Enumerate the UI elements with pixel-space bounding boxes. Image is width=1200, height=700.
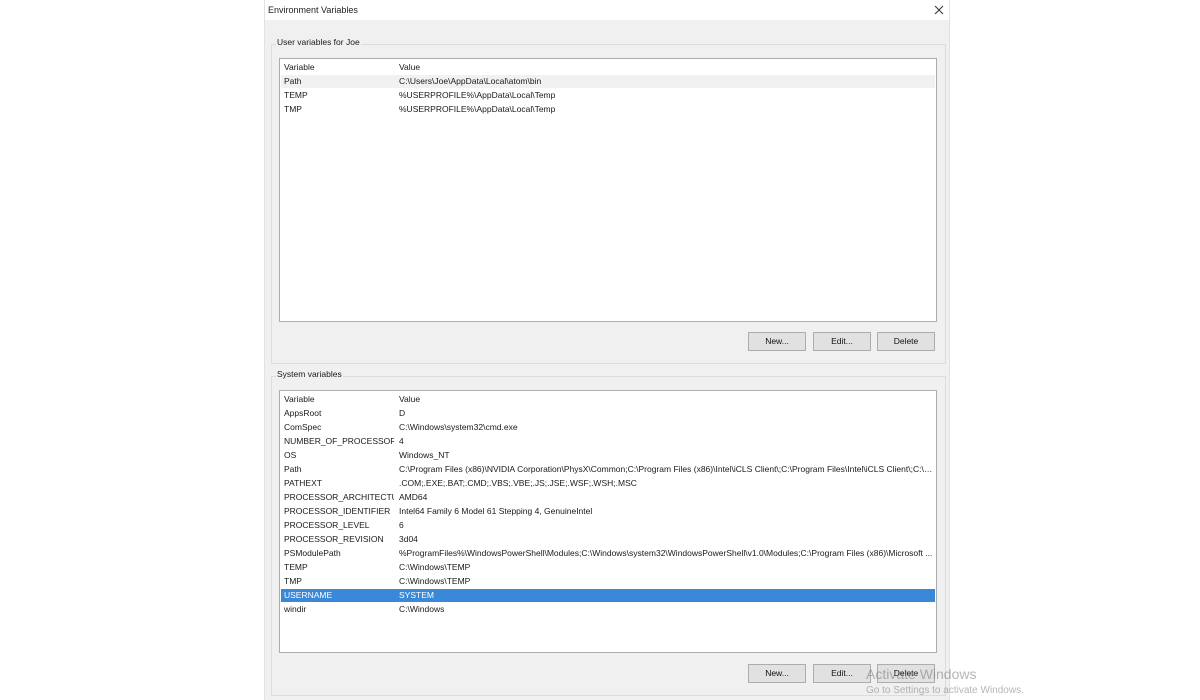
table-row[interactable]: AppsRoot D (281, 407, 935, 420)
row-variable: PSModulePath (284, 548, 341, 558)
list-header: Variable Value (281, 61, 935, 74)
row-value: %USERPROFILE%\AppData\Local\Temp (399, 104, 556, 114)
table-row[interactable]: PROCESSOR_LEVEL 6 (281, 519, 935, 532)
row-variable: TEMP (284, 90, 308, 100)
row-variable: PROCESSOR_IDENTIFIER (284, 506, 391, 516)
row-variable: USERNAME (284, 590, 333, 600)
user-new-button[interactable]: New... (748, 332, 806, 351)
activation-watermark-title: Activate Windows (866, 666, 977, 682)
row-variable: Path (284, 464, 302, 474)
system-variables-list[interactable]: Variable Value AppsRoot D ComSpec C:\Win… (279, 390, 937, 653)
close-button[interactable] (931, 2, 947, 18)
row-variable: PROCESSOR_LEVEL (284, 520, 370, 530)
table-row[interactable]: ComSpec C:\Windows\system32\cmd.exe (281, 421, 935, 434)
table-row[interactable]: NUMBER_OF_PROCESSORS 4 (281, 435, 935, 448)
row-value: SYSTEM (399, 590, 434, 600)
user-variables-group: User variables for Joe Variable Value Pa… (271, 37, 946, 364)
row-variable: PROCESSOR_ARCHITECTURE (284, 492, 394, 502)
row-variable: ComSpec (284, 422, 322, 432)
row-value: C:\Windows\TEMP (399, 576, 471, 586)
activation-watermark-subtitle: Go to Settings to activate Windows. (866, 685, 1024, 696)
table-row[interactable]: TEMP %USERPROFILE%\AppData\Local\Temp (281, 89, 935, 102)
row-value: C:\Windows\system32\cmd.exe (399, 422, 518, 432)
row-variable: Path (284, 76, 302, 86)
table-row[interactable]: windir C:\Windows (281, 603, 935, 616)
row-value: C:\Users\Joe\AppData\Local\atom\bin (399, 76, 542, 86)
system-variables-label: System variables (276, 369, 343, 379)
user-delete-button[interactable]: Delete (877, 332, 935, 351)
table-row[interactable]: PROCESSOR_ARCHITECTURE AMD64 (281, 491, 935, 504)
row-value: AMD64 (399, 492, 428, 502)
row-variable: NUMBER_OF_PROCESSORS (284, 436, 394, 446)
row-value: C:\Program Files (x86)\NVIDIA Corporatio… (399, 464, 933, 474)
header-value[interactable]: Value (399, 393, 933, 406)
header-variable[interactable]: Variable (284, 393, 394, 406)
table-row[interactable]: Path C:\Program Files (x86)\NVIDIA Corpo… (281, 463, 935, 476)
row-variable: windir (284, 604, 307, 614)
user-edit-button[interactable]: Edit... (813, 332, 871, 351)
system-new-button[interactable]: New... (748, 664, 806, 683)
row-value: 6 (399, 520, 404, 530)
row-value: 4 (399, 436, 404, 446)
table-row[interactable]: TMP C:\Windows\TEMP (281, 575, 935, 588)
title-bar: Environment Variables (265, 0, 949, 20)
row-variable: AppsRoot (284, 408, 322, 418)
row-variable: OS (284, 450, 297, 460)
table-row[interactable]: PROCESSOR_IDENTIFIER Intel64 Family 6 Mo… (281, 505, 935, 518)
table-row[interactable]: TMP %USERPROFILE%\AppData\Local\Temp (281, 103, 935, 116)
row-value: C:\Windows\TEMP (399, 562, 471, 572)
row-value: C:\Windows (399, 604, 445, 614)
table-row[interactable]: PROCESSOR_REVISION 3d04 (281, 533, 935, 546)
user-variables-label: User variables for Joe (276, 37, 361, 47)
row-variable: TMP (284, 576, 302, 586)
header-variable[interactable]: Variable (284, 61, 394, 74)
row-variable: PROCESSOR_REVISION (284, 534, 384, 544)
window-title: Environment Variables (268, 5, 358, 15)
row-value: D (399, 408, 406, 418)
row-variable: PATHEXT (284, 478, 322, 488)
environment-variables-dialog: Environment Variables User variables for… (264, 0, 950, 700)
table-row[interactable]: OS Windows_NT (281, 449, 935, 462)
table-row-selected[interactable]: USERNAME SYSTEM (281, 589, 935, 602)
table-row[interactable]: TEMP C:\Windows\TEMP (281, 561, 935, 574)
row-variable: TEMP (284, 562, 308, 572)
row-variable: TMP (284, 104, 302, 114)
table-row[interactable]: Path C:\Users\Joe\AppData\Local\atom\bin (281, 75, 935, 88)
system-edit-button[interactable]: Edit... (813, 664, 871, 683)
header-value[interactable]: Value (399, 61, 933, 74)
row-value: %USERPROFILE%\AppData\Local\Temp (399, 90, 556, 100)
table-row[interactable]: PATHEXT .COM;.EXE;.BAT;.CMD;.VBS;.VBE;.J… (281, 477, 935, 490)
list-header: Variable Value (281, 393, 935, 406)
close-icon (934, 5, 944, 15)
row-value: Windows_NT (399, 450, 450, 460)
row-value: 3d04 (399, 534, 418, 544)
table-row[interactable]: PSModulePath %ProgramFiles%\WindowsPower… (281, 547, 935, 560)
user-variables-list[interactable]: Variable Value Path C:\Users\Joe\AppData… (279, 58, 937, 322)
row-value: %ProgramFiles%\WindowsPowerShell\Modules… (399, 548, 933, 558)
row-value: .COM;.EXE;.BAT;.CMD;.VBS;.VBE;.JS;.JSE;.… (399, 478, 637, 488)
row-value: Intel64 Family 6 Model 61 Stepping 4, Ge… (399, 506, 593, 516)
system-variables-group: System variables Variable Value AppsRoot… (271, 369, 946, 696)
